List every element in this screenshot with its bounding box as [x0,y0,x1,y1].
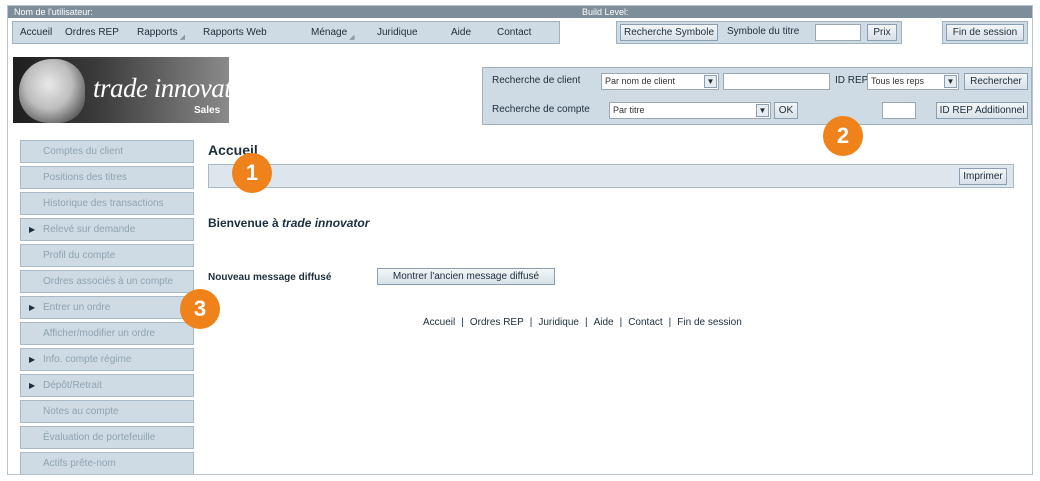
sidebar-item-afficher-ordre[interactable]: Afficher/modifier un ordre [20,322,194,345]
callout-marker-3: 3 [180,289,220,329]
nav-ordres-rep[interactable]: Ordres REP [65,22,119,43]
welcome-heading: Bienvenue à trade innovator [208,216,369,230]
sidebar-item-info-regime[interactable]: ▶ Info. compte régime [20,348,194,371]
sidebar-item-label: Comptes du client [43,146,124,157]
expand-triangle-icon: ▶ [29,225,36,234]
nav-menage-label: Ménage [311,27,348,38]
nav-rapports-label: Rapports [137,27,178,38]
ok-button[interactable]: OK [774,102,798,119]
separator: | [619,317,623,328]
portrait-image [19,59,85,123]
sidebar-item-historique[interactable]: Historique des transactions [20,192,194,215]
user-label: Nom de l'utilisateur: [14,7,93,17]
search-panel: Recherche de client Par nom de client ▼ … [482,67,1032,125]
sidebar-item-entrer-ordre[interactable]: ▶ Entrer un ordre [20,296,194,319]
sidebar-item-profil[interactable]: Profil du compte [20,244,194,267]
main-nav: Accueil Ordres REP Rapports ◢ Rapports We… [12,21,560,44]
client-search-type-value: Par nom de client [605,76,676,86]
sidebar-item-label: Historique des transactions [43,198,164,209]
symbol-input[interactable] [815,24,861,41]
footer-link-ordres-rep[interactable]: Ordres REP [470,317,524,328]
sidebar-item-comptes-client[interactable]: Comptes du client [20,140,194,163]
client-search-type-select[interactable]: Par nom de client ▼ [601,73,719,90]
nav-menage[interactable]: Ménage ◢ [311,22,355,43]
nav-juridique[interactable]: Juridique [377,22,418,43]
sidebar-item-label: Ordres associés à un compte [43,276,174,287]
sidebar-item-label: Positions des titres [43,172,127,183]
nav-aide[interactable]: Aide [451,22,471,43]
sidebar-item-label: Dépôt/Retrait [43,380,102,391]
rep-select[interactable]: Tous les reps ▼ [867,73,959,90]
chevron-down-icon: ▼ [756,104,769,117]
callout-marker-2: 2 [823,116,863,156]
print-button[interactable]: Imprimer [959,168,1007,185]
logout-panel: Fin de session [942,21,1028,44]
nav-rapports[interactable]: Rapports ◢ [137,22,185,43]
welcome-prefix: Bienvenue à [208,216,283,230]
sidebar-item-actifs[interactable]: Actifs prête-nom [20,452,194,474]
chevron-down-icon: ▼ [944,75,957,88]
chevron-down-icon: ▼ [704,75,717,88]
sidebar-item-label: Notes au compte [43,406,119,417]
sidebar-item-label: Entrer un ordre [43,302,111,313]
sidebar-item-label: Afficher/modifier un ordre [43,328,156,339]
sidebar-item-positions-titres[interactable]: Positions des titres [20,166,194,189]
account-search-type-value: Par titre [613,105,645,115]
separator: | [461,317,464,328]
additional-rep-input[interactable] [882,102,916,119]
sidebar-item-releve[interactable]: ▶ Relevé sur demande [20,218,194,241]
search-button[interactable]: Rechercher [964,73,1028,90]
logo-brand-text: trade innovator [93,73,229,103]
footer-link-aide[interactable]: Aide [594,317,614,328]
logout-button[interactable]: Fin de session [946,24,1024,41]
symbol-label: Symbole du titre [727,26,800,37]
sidebar-item-label: Profil du compte [43,250,116,261]
dropdown-arrow-icon: ◢ [349,34,355,41]
sidebar-item-label: Info. compte régime [43,354,132,365]
separator: | [529,317,533,328]
client-search-label: Recherche de client [492,75,581,86]
sidebar-item-evaluation[interactable]: Évaluation de portefeuille [20,426,194,449]
sidebar-item-ordres-associes[interactable]: Ordres associés à un compte [20,270,194,293]
account-search-type-select[interactable]: Par titre ▼ [609,102,771,119]
separator: | [584,317,588,328]
trade-innovator-logo: trade innovator Sales [13,57,229,123]
footer-links: Accueil | Ordres REP | Juridique | Aide | Contac… [423,317,742,328]
header: trade innovator Sales Recherche de clien… [8,54,1032,134]
app-frame: Nom de l'utilisateur: Build Level: Accue… [7,5,1033,475]
additional-rep-button[interactable]: ID REP Additionnel [936,102,1028,119]
sidebar-item-label: Relevé sur demande [43,224,136,235]
expand-triangle-icon: ▶ [29,381,36,390]
nav-contact[interactable]: Contact [497,22,531,43]
nav-rapports-web[interactable]: Rapports Web [203,22,267,43]
expand-triangle-icon: ▶ [29,303,36,312]
nav-accueil[interactable]: Accueil [20,22,52,43]
callout-marker-1: 1 [232,153,272,193]
status-bar: Nom de l'utilisateur: Build Level: [8,6,1032,18]
footer-link-juridique[interactable]: Juridique [538,317,579,328]
symbol-search-button[interactable]: Recherche Symbole [620,24,718,41]
expand-triangle-icon: ▶ [29,355,36,364]
client-search-input[interactable] [723,73,830,90]
broadcast-label: Nouveau message diffusé [208,272,332,283]
separator: | [668,317,672,328]
show-old-broadcast-button[interactable]: Montrer l'ancien message diffusé [377,268,555,285]
dropdown-arrow-icon: ◢ [179,34,185,41]
build-level-label: Build Level: [582,7,629,17]
sidebar-item-notes[interactable]: Notes au compte [20,400,194,423]
welcome-brand: trade innovator [282,216,370,230]
account-search-label: Recherche de compte [492,104,590,115]
footer-link-accueil[interactable]: Accueil [423,317,455,328]
sidebar-item-label: Actifs prête-nom [43,458,116,469]
logo-sub-text: Sales [194,105,221,116]
page-toolbar: Imprimer [208,164,1014,188]
rep-select-value: Tous les reps [871,76,925,86]
sidebar-item-depot-retrait[interactable]: ▶ Dépôt/Retrait [20,374,194,397]
footer-link-contact[interactable]: Contact [628,317,662,328]
sidebar-item-label: Évaluation de portefeuille [43,432,156,443]
footer-link-logout[interactable]: Fin de session [677,317,741,328]
symbol-search-panel: Recherche Symbole Symbole du titre Prix [616,21,902,44]
rep-id-label: ID REP [835,75,869,86]
price-button[interactable]: Prix [867,24,897,41]
